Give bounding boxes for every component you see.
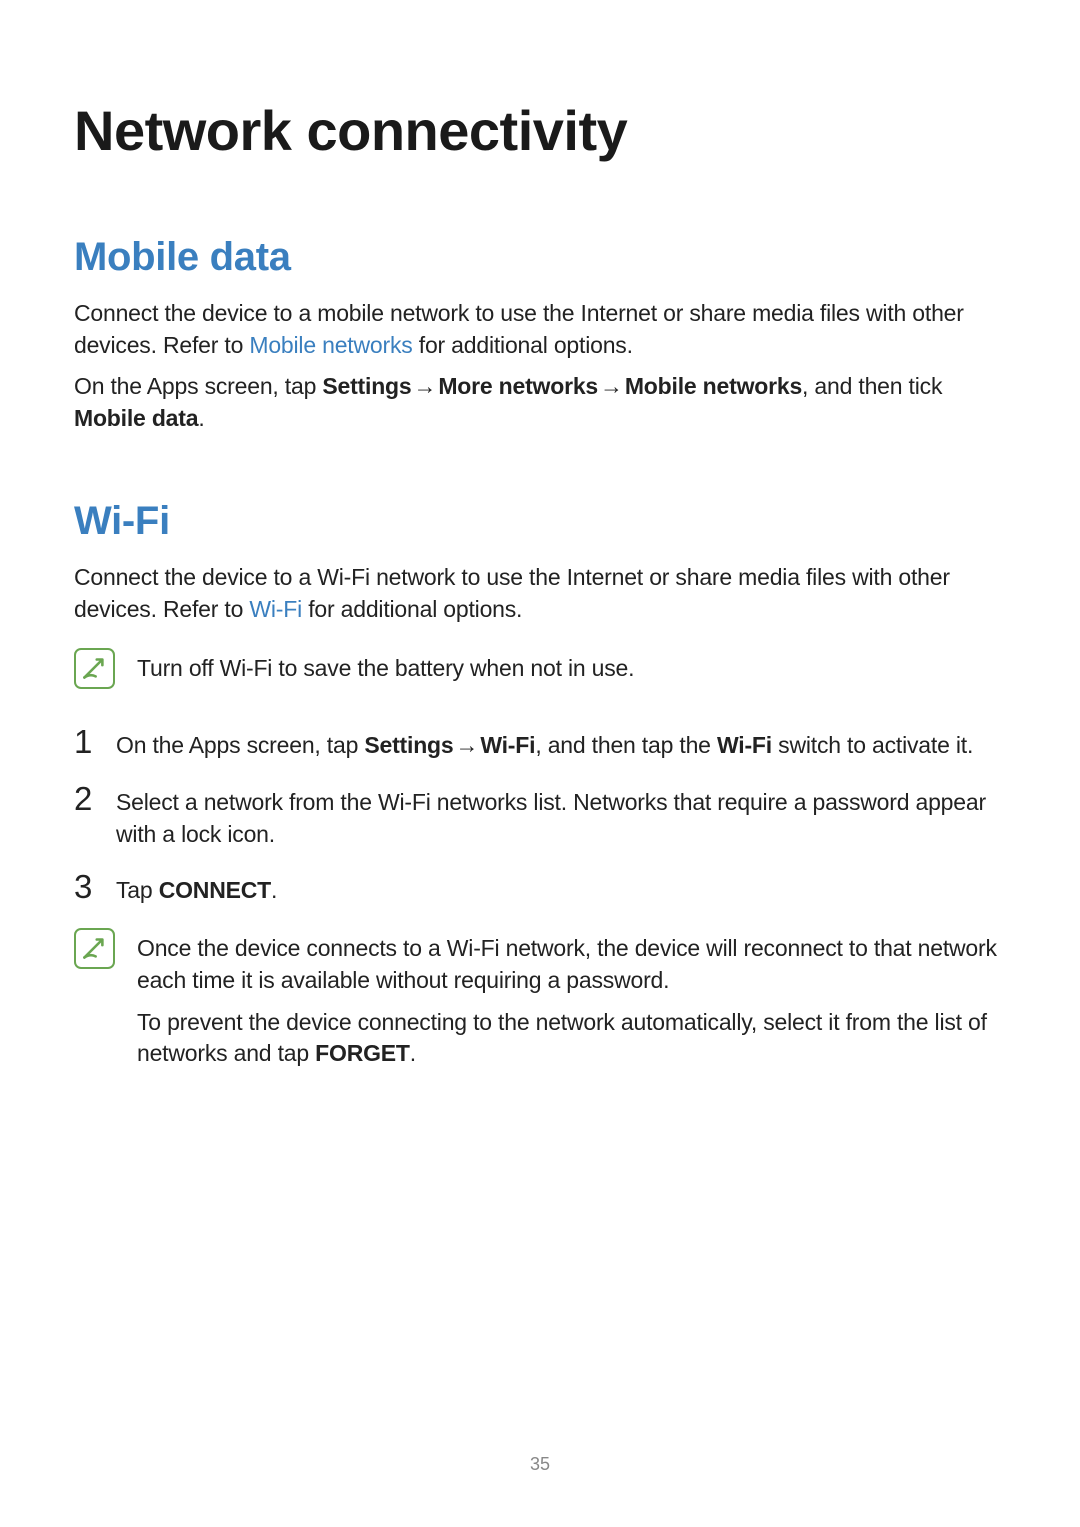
text: To prevent the device connecting to the … bbox=[137, 1009, 987, 1067]
section-heading-wifi: Wi-Fi bbox=[74, 499, 1006, 544]
note-text: Once the device connects to a Wi-Fi netw… bbox=[137, 933, 1006, 996]
step-number: 2 bbox=[74, 782, 96, 815]
text: Tap bbox=[116, 877, 159, 903]
step-item: 1 On the Apps screen, tap Settings → Wi-… bbox=[74, 725, 1006, 762]
note-text: To prevent the device connecting to the … bbox=[137, 1007, 1006, 1070]
step-text: On the Apps screen, tap Settings → Wi-Fi… bbox=[116, 730, 1006, 762]
text: . bbox=[271, 877, 277, 903]
steps-list: 1 On the Apps screen, tap Settings → Wi-… bbox=[74, 725, 1006, 907]
text: . bbox=[410, 1040, 416, 1066]
label-wifi: Wi-Fi bbox=[717, 732, 772, 758]
label-forget: FORGET bbox=[315, 1040, 410, 1066]
arrow-icon: → bbox=[456, 730, 479, 762]
text: On the Apps screen, tap bbox=[74, 373, 322, 399]
note-block: Turn off Wi-Fi to save the battery when … bbox=[74, 647, 1006, 695]
label-connect: CONNECT bbox=[159, 877, 271, 903]
step-text: Select a network from the Wi-Fi networks… bbox=[116, 787, 1006, 850]
note-icon bbox=[74, 928, 115, 969]
link-mobile-networks[interactable]: Mobile networks bbox=[249, 332, 412, 358]
text: for additional options. bbox=[302, 596, 522, 622]
step-item: 3 Tap CONNECT. bbox=[74, 870, 1006, 907]
text: , and then tap the bbox=[535, 732, 717, 758]
note-icon bbox=[74, 648, 115, 689]
step-number: 1 bbox=[74, 725, 96, 758]
step-number: 3 bbox=[74, 870, 96, 903]
note-block: Once the device connects to a Wi-Fi netw… bbox=[74, 927, 1006, 1080]
mobile-data-paragraph-1: Connect the device to a mobile network t… bbox=[74, 298, 1006, 361]
label-settings: Settings bbox=[322, 373, 411, 399]
step-item: 2 Select a network from the Wi-Fi networ… bbox=[74, 782, 1006, 850]
text: , and then tick bbox=[802, 373, 942, 399]
note-text: Turn off Wi-Fi to save the battery when … bbox=[137, 653, 1006, 685]
wifi-paragraph-1: Connect the device to a Wi-Fi network to… bbox=[74, 562, 1006, 625]
mobile-data-paragraph-2: On the Apps screen, tap Settings → More … bbox=[74, 371, 1006, 434]
label-mobile-data: Mobile data bbox=[74, 405, 198, 431]
text: On the Apps screen, tap bbox=[116, 732, 364, 758]
label-settings: Settings bbox=[364, 732, 453, 758]
arrow-icon: → bbox=[600, 371, 623, 403]
link-wifi[interactable]: Wi-Fi bbox=[249, 596, 302, 622]
page-number: 35 bbox=[0, 1454, 1080, 1475]
text: . bbox=[198, 405, 204, 431]
arrow-icon: → bbox=[414, 371, 437, 403]
section-heading-mobile-data: Mobile data bbox=[74, 235, 1006, 280]
label-mobile-networks: Mobile networks bbox=[625, 373, 802, 399]
label-wifi: Wi-Fi bbox=[480, 732, 535, 758]
page-title: Network connectivity bbox=[74, 98, 1006, 163]
text: for additional options. bbox=[413, 332, 633, 358]
step-text: Tap CONNECT. bbox=[116, 875, 1006, 907]
text: switch to activate it. bbox=[772, 732, 973, 758]
label-more-networks: More networks bbox=[438, 373, 598, 399]
